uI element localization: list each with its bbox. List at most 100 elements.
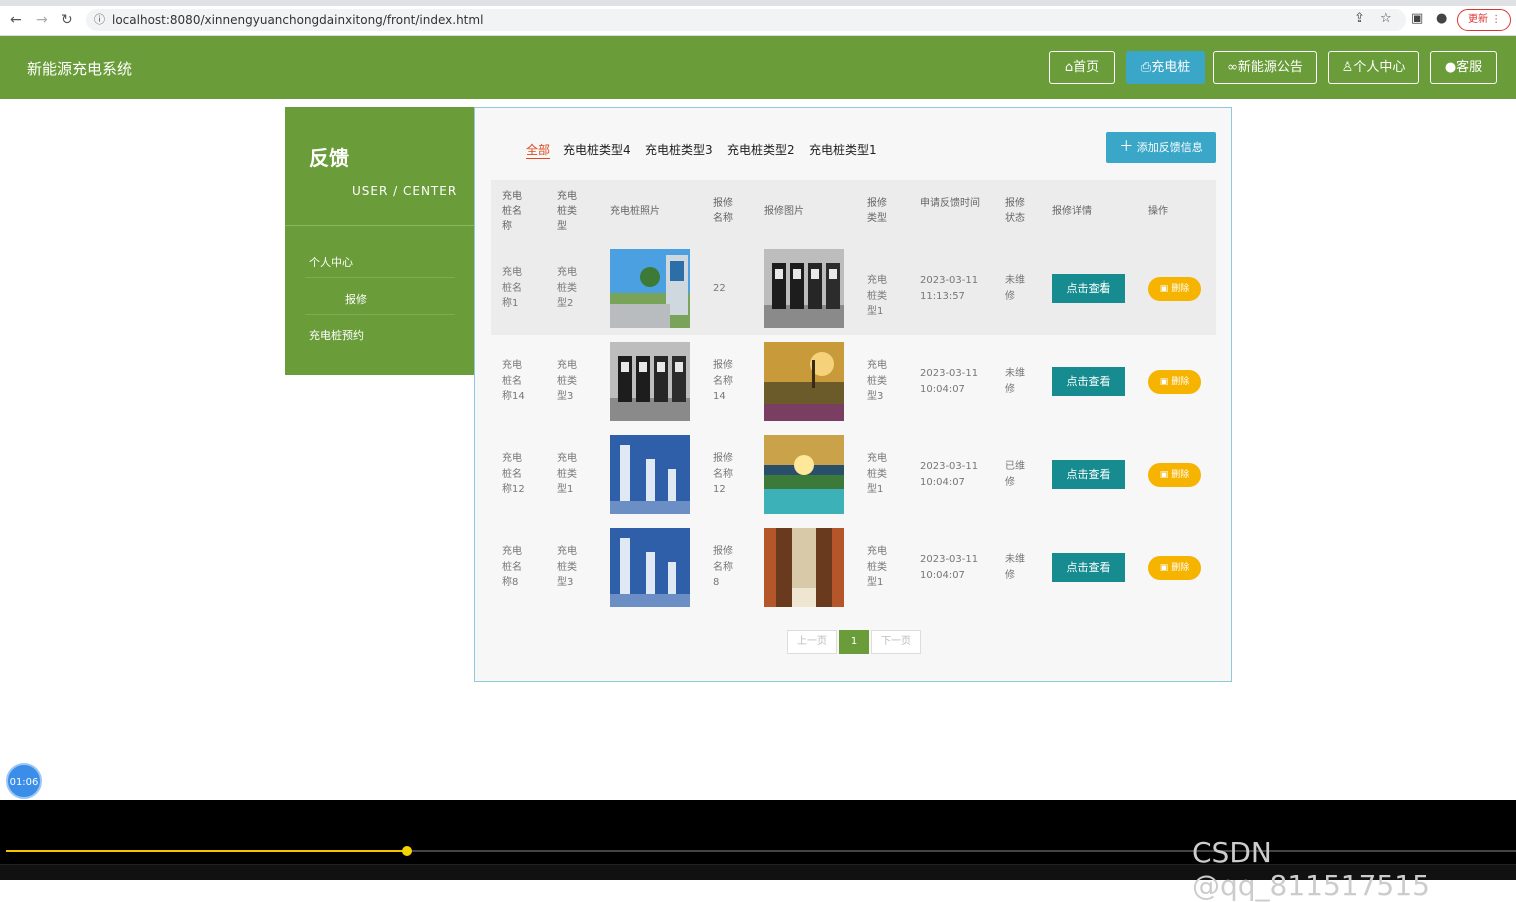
link-icon: ∞ <box>1227 60 1238 75</box>
cell-repair-status: 未维修 <box>1005 554 1025 581</box>
progress-fill <box>6 850 407 852</box>
delete-button[interactable]: ▣ 删除 <box>1148 556 1201 580</box>
cell-pile-name: 充电桩名称14 <box>502 360 525 402</box>
sidebar-subtitle: USER / CENTER <box>352 184 458 198</box>
divider <box>305 277 455 278</box>
forward-icon[interactable]: → <box>36 12 48 28</box>
repair-image <box>764 342 844 421</box>
pile-photo <box>610 342 690 421</box>
th-repair-status: 报修状态 <box>1005 198 1025 224</box>
site-info-icon[interactable]: ⓘ <box>94 9 105 31</box>
view-detail-button[interactable]: 点击查看 <box>1052 553 1125 582</box>
plus-icon: ＋ <box>1119 139 1134 155</box>
cell-repair-status: 未维修 <box>1005 368 1025 395</box>
reload-icon[interactable]: ↻ <box>61 12 73 28</box>
cell-pile-type: 充电桩类型2 <box>557 267 577 309</box>
cell-repair-type: 充电桩类型1 <box>867 453 887 495</box>
pile-photo <box>610 435 690 514</box>
nav-home[interactable]: ⌂首页 <box>1049 51 1115 84</box>
nav-customer-service[interactable]: ●客服 <box>1430 51 1497 84</box>
sidebar-title: 反馈 <box>309 146 349 170</box>
delete-label: 删除 <box>1171 284 1190 294</box>
next-page-button[interactable]: 下一页 <box>871 630 921 654</box>
nav-charging-pile-label: 充电桩 <box>1151 60 1191 75</box>
update-button[interactable]: 更新 ⋮ <box>1457 9 1511 31</box>
trash-icon: ▣ <box>1159 284 1169 294</box>
url-text: localhost:8080/xinnengyuanchongdainxiton… <box>112 13 484 27</box>
category-type2[interactable]: 充电桩类型2 <box>727 141 795 158</box>
cell-repair-status: 已维修 <box>1005 461 1025 488</box>
cell-repair-type: 充电桩类型1 <box>867 546 887 588</box>
th-feedback-time: 申请反馈时间 <box>920 198 980 209</box>
cell-pile-name: 充电桩名称12 <box>502 453 525 495</box>
repair-image <box>764 435 844 514</box>
category-type4[interactable]: 充电桩类型4 <box>563 141 631 158</box>
cell-repair-name: 报修名称12 <box>713 453 733 495</box>
progress-handle[interactable] <box>402 846 412 856</box>
view-detail-button[interactable]: 点击查看 <box>1052 274 1125 303</box>
divider <box>305 314 455 315</box>
cell-repair-name: 报修名称8 <box>713 546 733 588</box>
table-row: 充电桩名称14 充电桩类型3 报修名称14 充电桩类型3 2023-03-11 … <box>491 335 1216 428</box>
site-brand[interactable]: 新能源充电系统 <box>27 58 132 79</box>
cell-repair-name: 报修名称14 <box>713 360 733 402</box>
watermark: CSDN @qq_811517515 <box>1192 836 1430 902</box>
category-type3[interactable]: 充电桩类型3 <box>645 141 713 158</box>
th-repair-name: 报修名称 <box>713 198 733 224</box>
sidebar-item-personal-center[interactable]: 个人中心 <box>309 254 353 270</box>
table-row: 充电桩名称12 充电桩类型1 报修名称12 充电桩类型1 2023-03-11 … <box>491 428 1216 521</box>
add-feedback-button[interactable]: ＋ 添加反馈信息 <box>1106 132 1216 163</box>
view-detail-button[interactable]: 点击查看 <box>1052 367 1125 396</box>
nav-customer-service-label: 客服 <box>1456 60 1483 75</box>
th-repair-image: 报修图片 <box>764 206 804 217</box>
repair-image <box>764 528 844 607</box>
prev-page-button[interactable]: 上一页 <box>787 630 837 654</box>
cell-pile-name: 充电桩名称8 <box>502 546 522 588</box>
delete-button[interactable]: ▣ 删除 <box>1148 463 1201 487</box>
cell-feedback-time: 2023-03-11 10:04:07 <box>920 554 979 581</box>
sidebar-item-booking[interactable]: 充电桩预约 <box>309 327 364 343</box>
feedback-panel: 全部 充电桩类型4 充电桩类型3 充电桩类型2 充电桩类型1 ＋ 添加反馈信息 … <box>474 107 1232 682</box>
cell-feedback-time: 2023-03-11 10:04:07 <box>920 461 979 488</box>
view-detail-button[interactable]: 点击查看 <box>1052 460 1125 489</box>
sidebar-item-repair[interactable]: 报修 <box>345 291 367 307</box>
delete-label: 删除 <box>1171 563 1190 573</box>
tab-strip <box>0 0 1516 6</box>
sidepanel-icon[interactable]: ▣ <box>1411 11 1423 26</box>
repair-image <box>764 249 844 328</box>
category-all[interactable]: 全部 <box>526 141 551 159</box>
th-actions: 操作 <box>1148 206 1168 217</box>
cell-pile-type: 充电桩类型3 <box>557 360 577 402</box>
th-repair-detail: 报修详情 <box>1052 206 1092 217</box>
cell-repair-name: 22 <box>713 283 726 294</box>
bookmark-star-icon[interactable]: ☆ <box>1380 11 1392 26</box>
home-icon: ⌂ <box>1064 60 1074 75</box>
delete-button[interactable]: ▣ 删除 <box>1148 370 1201 394</box>
cell-pile-type: 充电桩类型1 <box>557 453 577 495</box>
user-icon: ♙ <box>1341 60 1354 75</box>
th-pile-name: 充电桩名称 <box>502 191 522 232</box>
delete-button[interactable]: ▣ 删除 <box>1148 277 1201 301</box>
category-type1[interactable]: 充电桩类型1 <box>809 141 877 158</box>
chat-icon: ● <box>1444 60 1457 75</box>
trash-icon: ▣ <box>1159 377 1169 387</box>
page-1-button[interactable]: 1 <box>839 630 869 654</box>
nav-personal-center[interactable]: ♙个人中心 <box>1328 51 1419 84</box>
print-icon: ⎙ <box>1140 60 1152 75</box>
trash-icon: ▣ <box>1159 470 1169 480</box>
cell-pile-type: 充电桩类型3 <box>557 546 577 588</box>
pile-photo <box>610 249 690 328</box>
th-pile-type: 充电桩类型 <box>557 191 577 232</box>
share-icon[interactable]: ⇪ <box>1354 11 1365 26</box>
nav-announcement[interactable]: ∞新能源公告 <box>1213 51 1317 84</box>
site-header: 新能源充电系统 ⌂首页 ⎙充电桩 ∞新能源公告 ♙个人中心 ●客服 <box>0 36 1516 99</box>
address-bar[interactable]: ⓘ localhost:8080/xinnengyuanchongdainxit… <box>86 9 1406 31</box>
recording-timer: 01:06 <box>6 763 42 799</box>
nav-home-label: 首页 <box>1073 60 1100 75</box>
add-feedback-label: 添加反馈信息 <box>1136 141 1203 154</box>
profile-icon[interactable]: ● <box>1436 11 1447 26</box>
table-header: 充电桩名称 充电桩类型 充电桩照片 报修名称 报修图片 报修类型 申请反馈时间 … <box>491 180 1216 243</box>
back-icon[interactable]: ← <box>10 12 22 28</box>
nav-charging-pile[interactable]: ⎙充电桩 <box>1126 51 1205 84</box>
browser-chrome: ← → ↻ ⓘ localhost:8080/xinnengyuanchongd… <box>0 0 1516 36</box>
